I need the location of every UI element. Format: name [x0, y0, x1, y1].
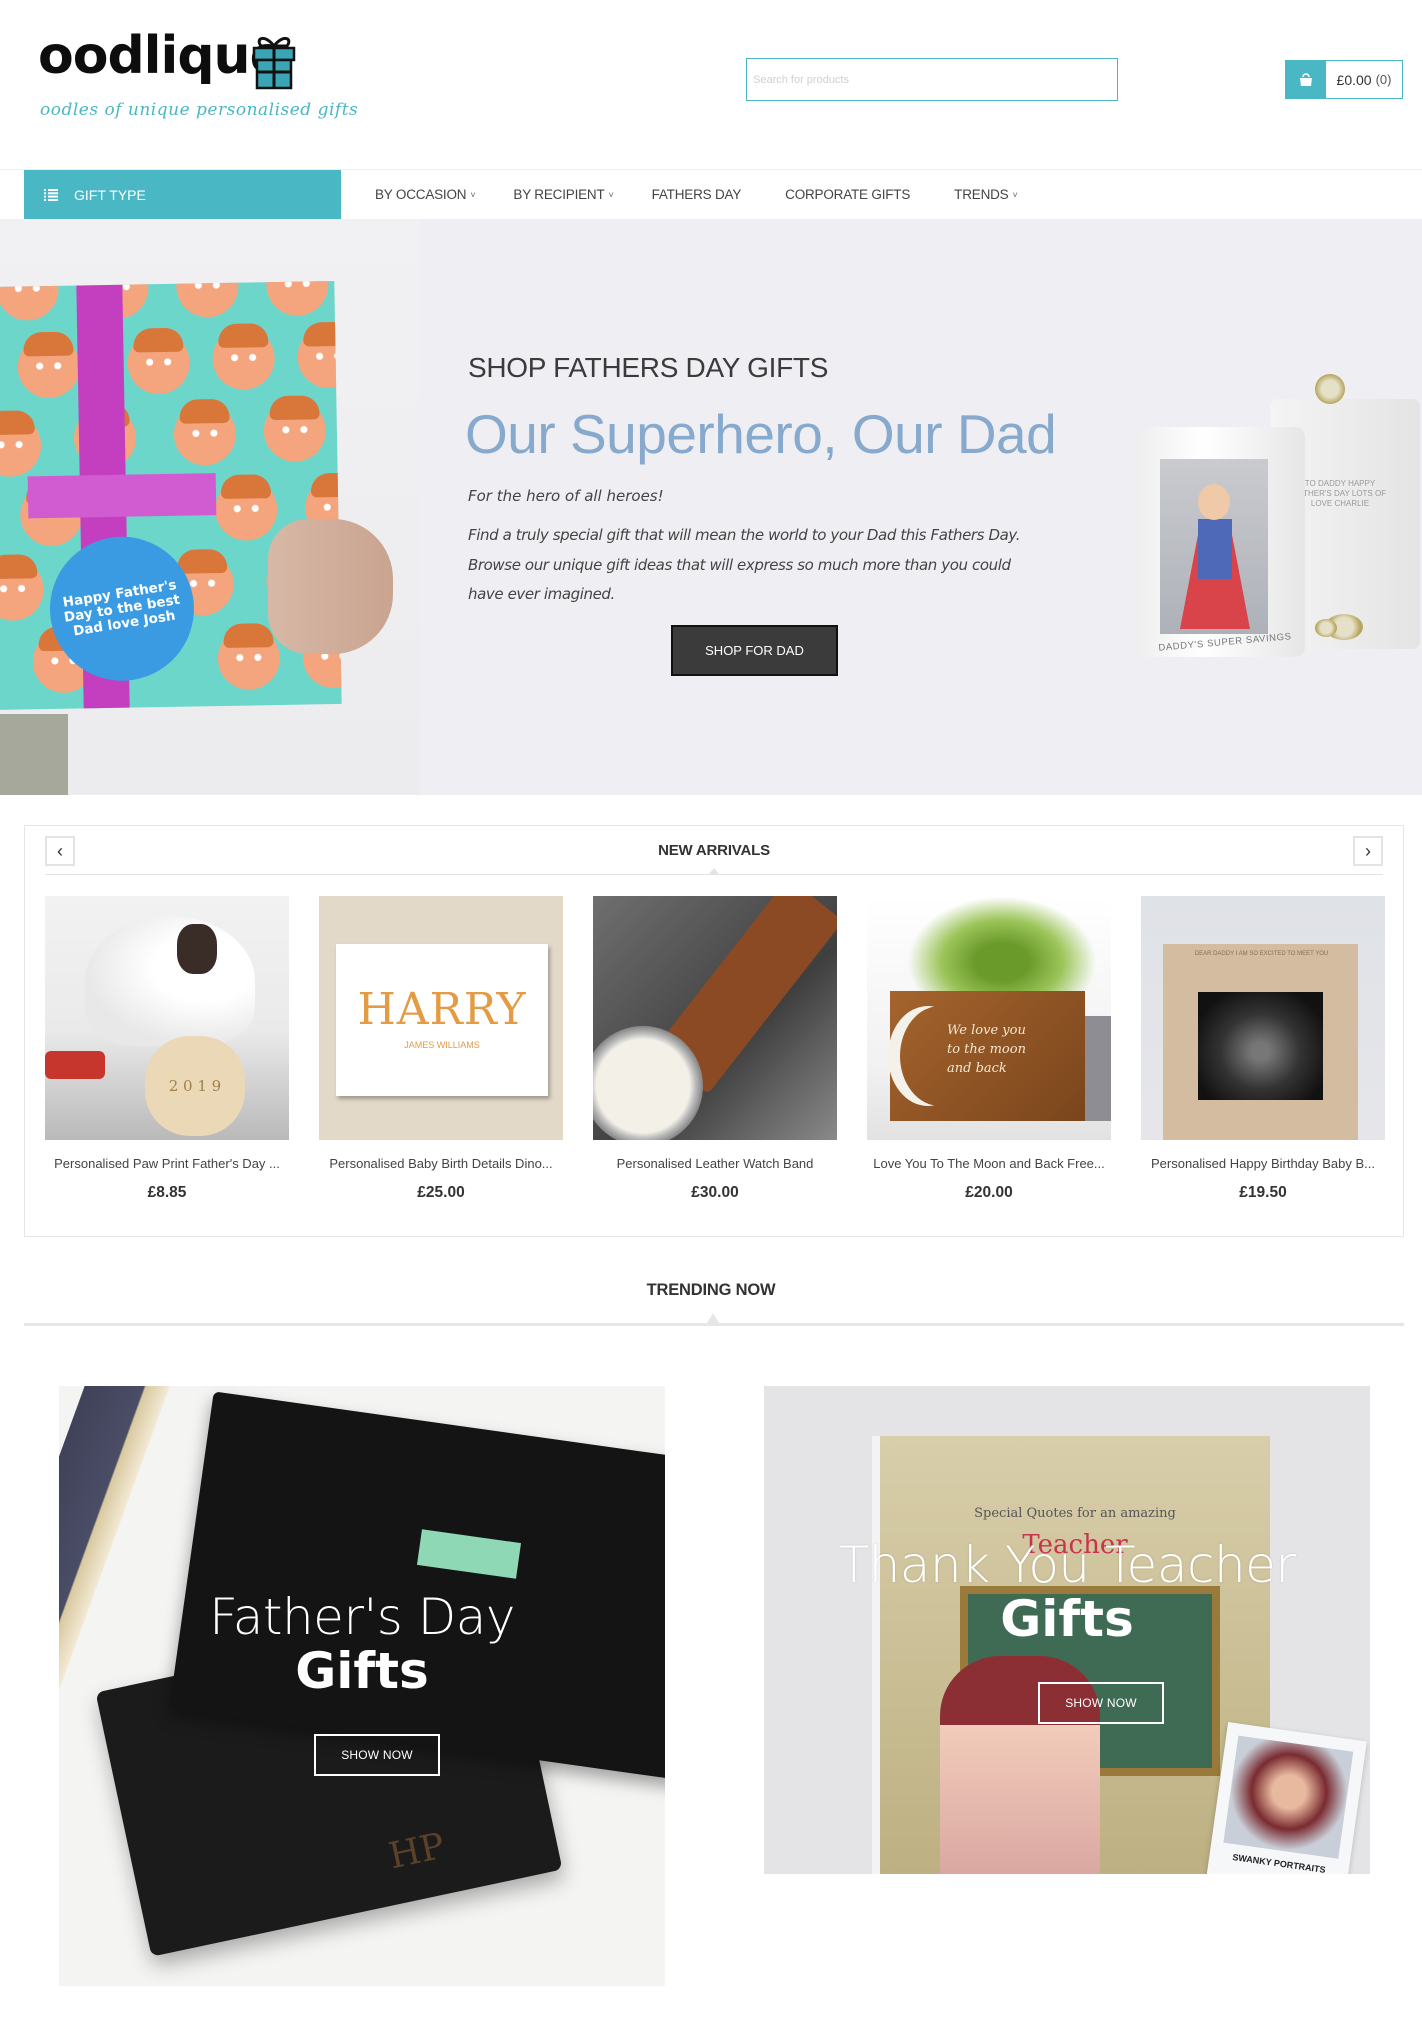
divider-caret	[709, 868, 719, 874]
product-list: 2 0 1 9 Personalised Paw Print Father's …	[45, 896, 1385, 1202]
main-nav: BY OCCASION ˅ BY RECIPIENT ˅ FATHERS DAY…	[375, 170, 1056, 219]
section-divider	[45, 874, 1383, 875]
product-price: £25.00	[417, 1184, 465, 1201]
section-divider	[24, 1323, 1404, 1326]
nav-item-fathers-day[interactable]: FATHERS DAY	[652, 187, 742, 202]
product-price: £30.00	[691, 1184, 739, 1201]
hero-image-money-box: TO DADDY HAPPY FATHER'S DAY LOTS OF LOVE…	[1060, 329, 1422, 795]
product-name[interactable]: Personalised Paw Print Father's Day ...	[45, 1156, 289, 1171]
product-name[interactable]: Personalised Baby Birth Details Dino...	[319, 1156, 563, 1171]
polaroid-photo: SWANKY PORTRAITS	[1205, 1722, 1367, 1874]
site-logo[interactable]: oodlique oodles of unique personalised g…	[38, 26, 358, 130]
hero-body: Find a truly special gift that will mean…	[468, 526, 1021, 603]
show-now-button[interactable]: SHOW NOW	[1038, 1682, 1164, 1724]
cart-summary: £0.00 (0)	[1326, 61, 1402, 98]
search-input[interactable]	[746, 58, 1118, 101]
nav-item-by-recipient[interactable]: BY RECIPIENT ˅	[513, 187, 613, 202]
gift-type-menu-button[interactable]: GIFT TYPE	[24, 170, 341, 219]
hero-tagline: For the hero of all heroes!	[468, 487, 664, 505]
hand	[268, 519, 393, 654]
product-price: £8.85	[147, 1184, 187, 1201]
book-quote: Special Quotes for an amazing	[974, 1506, 1176, 1521]
product-image[interactable]	[593, 896, 837, 1140]
quote-book: Special Quotes for an amazing Teacher	[872, 1436, 1270, 1874]
shopping-bag-icon	[1286, 61, 1326, 98]
cart-count: (0)	[1375, 72, 1392, 87]
print-subname: JAMES WILLIAMS	[404, 1040, 480, 1050]
nav-item-corporate-gifts[interactable]: CORPORATE GIFTS	[785, 187, 910, 202]
product-card[interactable]: HARRY JAMES WILLIAMS Personalised Baby B…	[319, 896, 563, 1202]
chevron-down-icon: ˅	[470, 189, 476, 200]
nav-item-label: BY RECIPIENT	[513, 187, 605, 202]
sign-text: We love you to the moon and back	[947, 1023, 1026, 1076]
nav-item-by-occasion[interactable]: BY OCCASION ˅	[375, 187, 476, 202]
carousel-next-button[interactable]: ›	[1353, 836, 1383, 866]
tile-heading-line2: Gifts	[1000, 1590, 1134, 1648]
product-name[interactable]: Personalised Leather Watch Band	[593, 1156, 837, 1171]
hero-banner: Happy Father's Day to the best Dad love …	[0, 219, 1422, 795]
tile-heading: Thank You Teacher Gifts	[764, 1536, 1370, 1648]
chevron-right-icon: ›	[1365, 840, 1371, 861]
hero-image-gift-wrap: Happy Father's Day to the best Dad love …	[0, 219, 420, 795]
trending-tile-fathers-day[interactable]: HP Father's Day Gifts SHOW NOW	[59, 1386, 665, 1986]
print-name: HARRY	[357, 984, 527, 1035]
hero-eyebrow: SHOP FATHERS DAY GIFTS	[468, 352, 829, 383]
nav-item-label: BY OCCASION	[375, 187, 467, 202]
trending-tile-teacher[interactable]: Special Quotes for an amazing Teacher SW…	[764, 1386, 1370, 1874]
product-image[interactable]: We love you to the moon and back	[867, 896, 1111, 1140]
product-image[interactable]: HARRY JAMES WILLIAMS	[319, 896, 563, 1140]
nav-item-trends[interactable]: TRENDS ˅	[954, 187, 1018, 202]
list-icon	[44, 188, 58, 201]
tile-heading-line1: Father's Day	[209, 1588, 515, 1646]
product-price: £19.50	[1239, 1184, 1287, 1201]
tile-heading: Father's Day Gifts	[59, 1588, 665, 1700]
product-name[interactable]: Personalised Happy Birthday Baby B...	[1141, 1156, 1385, 1171]
divider-caret	[707, 1313, 719, 1323]
logo-tagline: oodles of unique personalised gifts	[40, 100, 359, 120]
show-now-button[interactable]: SHOW NOW	[314, 1734, 440, 1776]
new-arrivals-carousel: ‹ NEW ARRIVALS › 2 0 1 9 Personalised Pa…	[24, 825, 1404, 1237]
cart-total: £0.00	[1336, 71, 1372, 88]
gift-box-icon	[252, 37, 296, 90]
product-card[interactable]: Personalised Leather Watch Band £30.00	[593, 896, 837, 1202]
hero-title: Our Superhero, Our Dad	[465, 403, 1057, 465]
product-card[interactable]: We love you to the moon and back Love Yo…	[867, 896, 1111, 1202]
nav-item-label: FATHERS DAY	[651, 187, 742, 202]
frame-text: DEAR DADDY I AM SO EXCITED TO MEET YOU	[1194, 951, 1329, 957]
product-image[interactable]: DEAR DADDY I AM SO EXCITED TO MEET YOU	[1141, 896, 1385, 1140]
tile-heading-line2: Gifts	[295, 1642, 429, 1700]
mug-back-text: TO DADDY HAPPY FATHER'S DAY LOTS OF LOVE…	[1293, 479, 1387, 508]
coin	[1315, 619, 1337, 637]
logo-wordmark: oodlique	[38, 26, 285, 86]
gift-type-label: GIFT TYPE	[74, 186, 146, 203]
section-title: NEW ARRIVALS	[658, 842, 770, 859]
cart-button[interactable]: £0.00 (0)	[1285, 60, 1403, 99]
chevron-down-icon: ˅	[608, 189, 614, 200]
product-name[interactable]: Love You To The Moon and Back Free...	[867, 1156, 1111, 1171]
product-price: £20.00	[965, 1184, 1013, 1201]
nav-item-label: TRENDS	[954, 187, 1009, 202]
coin	[1315, 374, 1345, 404]
shop-for-dad-button[interactable]: SHOP FOR DAD	[671, 625, 838, 676]
ribbon-bow	[27, 473, 217, 519]
trending-title: TRENDING NOW	[646, 1281, 776, 1299]
product-image[interactable]: 2 0 1 9	[45, 896, 289, 1140]
chevron-down-icon: ˅	[1012, 189, 1018, 200]
product-card[interactable]: DEAR DADDY I AM SO EXCITED TO MEET YOU P…	[1141, 896, 1385, 1202]
nav-item-label: CORPORATE GIFTS	[785, 187, 911, 202]
paw-ornament: 2 0 1 9	[145, 1036, 245, 1136]
product-card[interactable]: 2 0 1 9 Personalised Paw Print Father's …	[45, 896, 289, 1202]
tile-heading-line1: Thank You Teacher	[838, 1536, 1296, 1594]
arm	[0, 714, 68, 795]
